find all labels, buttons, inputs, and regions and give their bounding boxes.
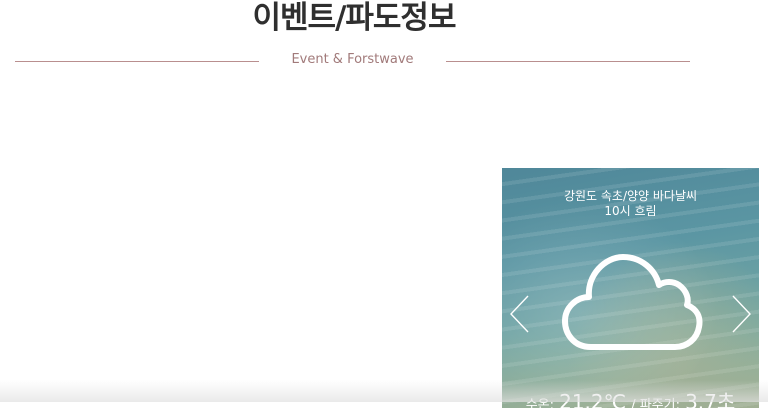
page-subtitle: Event & Forstwave bbox=[291, 52, 414, 67]
title-divider-left bbox=[15, 61, 259, 62]
next-arrow-icon[interactable] bbox=[729, 294, 753, 334]
title-divider-right bbox=[446, 61, 690, 62]
previous-arrow-icon[interactable] bbox=[508, 294, 532, 334]
page-title: 이벤트/파도정보 bbox=[252, 0, 457, 36]
weather-widget: 강원도 속초/양양 바다날씨 10시 흐림 수온: 21.2℃ / 파주기: 3… bbox=[502, 168, 759, 408]
weather-condition: 10시 흐림 bbox=[604, 204, 657, 218]
weather-location: 강원도 속초/양양 바다날씨 bbox=[563, 189, 698, 203]
bottom-fade bbox=[0, 380, 768, 402]
cloud-icon bbox=[562, 254, 703, 350]
